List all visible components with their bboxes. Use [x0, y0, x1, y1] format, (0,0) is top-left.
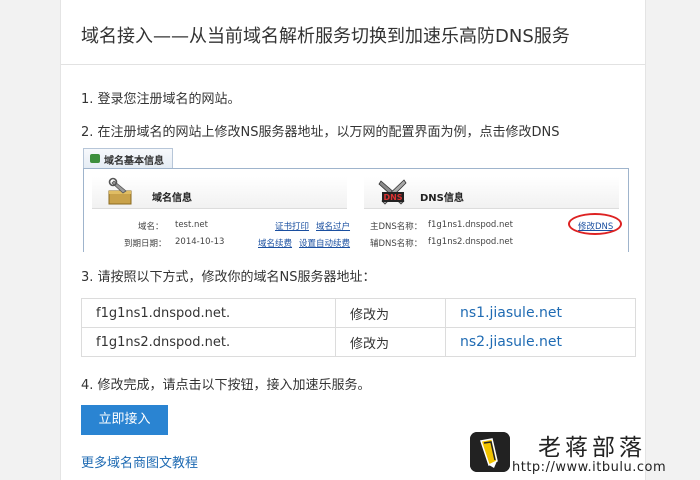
main-panel: 域名接入——从当前域名解析服务切换到加速乐高防DNS服务 1. 登录您注册域名的… — [60, 0, 646, 480]
current-ns: f1g1ns2.dnspod.net. — [81, 327, 336, 357]
connect-now-button[interactable]: 立即接入 — [81, 405, 168, 435]
step-4-text: 4. 修改完成，请点击以下按钮，接入加速乐服务。 — [81, 378, 371, 393]
step-2-text: 2. 在注册域名的网站上修改NS服务器地址，以万网的配置界面为例，点击修改DNS — [81, 125, 560, 140]
page-title: 域名接入——从当前域名解析服务切换到加速乐高防DNS服务 — [81, 26, 570, 47]
secondary-dns-value: f1g1ns2.dnspod.net — [428, 237, 513, 247]
registrar-screenshot: 域名基本信息 域名信息 域名： test.net 证书打印 域名过户 到期日期：… — [83, 148, 629, 252]
auto-renew-link[interactable]: 设置自动续费 — [299, 237, 350, 249]
new-ns: ns2.jiasule.net — [445, 327, 636, 357]
table-row: f1g1ns2.dnspod.net. 修改为 ns2.jiasule.net — [81, 327, 636, 357]
highlight-circle — [568, 213, 622, 235]
secondary-dns-label: 辅DNS名称： — [370, 239, 423, 249]
expiry-label: 到期日期： — [124, 239, 167, 249]
domain-transfer-link[interactable]: 域名过户 — [316, 220, 350, 232]
dns-icon-text: DNS — [383, 193, 402, 202]
renew-link[interactable]: 域名续费 — [258, 237, 292, 249]
new-ns: ns1.jiasule.net — [445, 298, 636, 328]
domain-value: test.net — [175, 220, 208, 230]
cert-print-link[interactable]: 证书打印 — [275, 220, 309, 232]
title-divider — [61, 64, 645, 65]
domain-info-box: 域名信息 域名： test.net 证书打印 域名过户 到期日期： 2014-1… — [83, 168, 629, 252]
action-label: 修改为 — [335, 298, 446, 328]
table-row: f1g1ns1.dnspod.net. 修改为 ns1.jiasule.net — [81, 298, 636, 328]
step-1-text: 1. 登录您注册域名的网站。 — [81, 92, 241, 107]
ns-table: f1g1ns1.dnspod.net. 修改为 ns1.jiasule.net … — [81, 298, 636, 357]
watermark-title: 老蒋部落 — [538, 435, 646, 461]
tab-label: 域名基本信息 — [104, 156, 164, 167]
pencil-logo-icon — [470, 432, 510, 472]
wrench-box-icon — [108, 177, 132, 205]
action-label: 修改为 — [335, 327, 446, 357]
domain-info-tab: 域名基本信息 — [83, 148, 173, 168]
tab-icon — [90, 154, 100, 163]
current-ns: f1g1ns1.dnspod.net. — [81, 298, 336, 328]
domain-label: 域名： — [138, 222, 164, 232]
watermark-url: http://www.itbulu.com — [512, 460, 667, 475]
dns-section-title: DNS信息 — [420, 193, 464, 204]
domain-section-title: 域名信息 — [152, 193, 192, 204]
primary-dns-value: f1g1ns1.dnspod.net — [428, 220, 513, 230]
domain-section: 域名信息 域名： test.net 证书打印 域名过户 到期日期： 2014-1… — [92, 169, 352, 253]
step-3-text: 3. 请按照以下方式，修改你的域名NS服务器地址： — [81, 270, 376, 285]
expiry-value: 2014-10-13 — [175, 237, 225, 247]
dns-tools-icon: DNS — [378, 179, 407, 205]
dns-section: DNS DNS信息 主DNS名称： f1g1ns1.dnspod.net 修改D… — [364, 169, 624, 253]
more-tutorials-link[interactable]: 更多域名商图文教程 — [81, 452, 198, 471]
primary-dns-label: 主DNS名称： — [370, 222, 423, 232]
